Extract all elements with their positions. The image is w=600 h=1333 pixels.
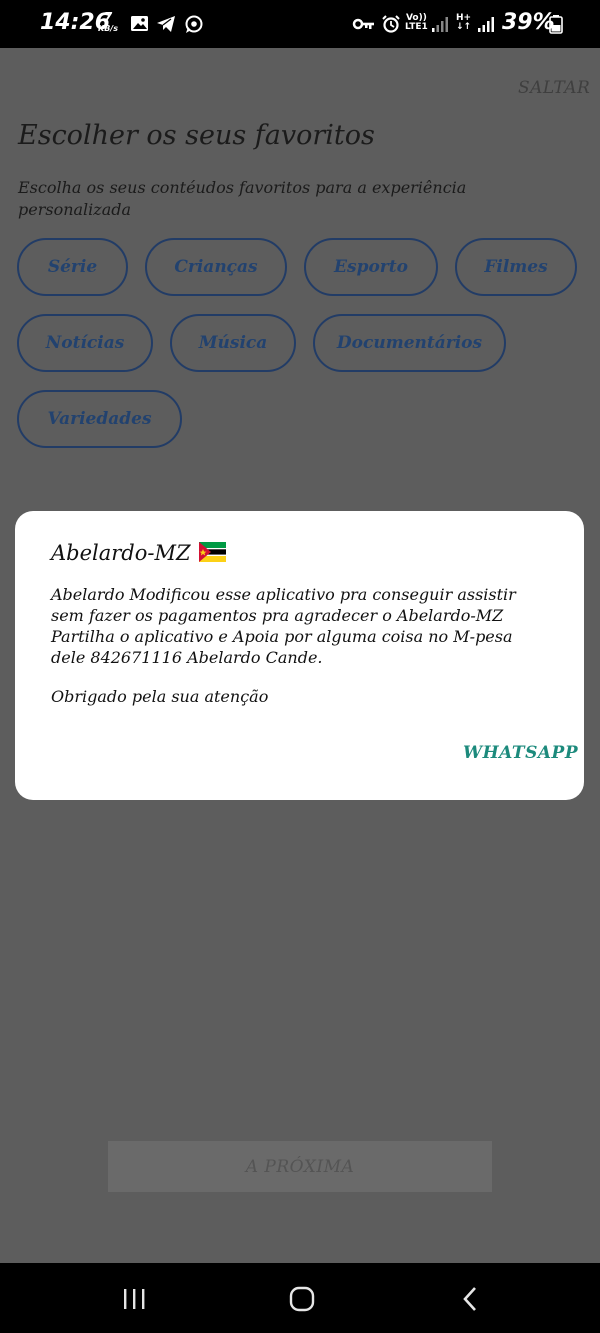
mozambique-flag-icon [199,542,227,562]
info-dialog: Abelardo-MZ Abelardo Modificou esse apli… [15,511,584,800]
category-chip-variedades[interactable]: Variedades [17,390,182,448]
vpn-key-icon [352,18,374,30]
alarm-icon [382,15,400,33]
network-speed: 7 KB/s [98,10,118,34]
chip-label: Esporto [334,257,408,277]
gallery-icon [131,16,148,31]
next-button[interactable]: A PRÓXIMA [108,1141,492,1192]
dialog-message: Abelardo Modificou esse aplicativo pra c… [51,585,516,667]
dialog-title: Abelardo-MZ [51,541,227,565]
battery-percent: 39% [502,10,555,35]
chip-label: Variedades [47,409,152,429]
chip-label: Filmes [484,257,548,277]
recents-icon[interactable] [114,1283,154,1315]
whatsapp-icon [185,15,203,33]
network-type-label: H+ [456,13,472,23]
page-title: Escolher os seus favoritos [18,120,375,151]
back-icon[interactable] [450,1283,490,1315]
page-subtitle: Escolha os seus contéudos favoritos para… [18,178,467,219]
category-chip-documentarios[interactable]: Documentários [313,314,506,372]
chip-label: Documentários [336,333,483,353]
category-chip-esporto[interactable]: Esporto [304,238,438,296]
category-chip-noticias[interactable]: Notícias [17,314,153,372]
status-bar: 14:26 7 KB/s Vo)) LTE1 H+ ↓↑ 39% [0,0,600,48]
network-speed-value: 7 [103,10,113,24]
network-type: H+ ↓↑ [456,13,472,32]
navigation-bar [0,1263,600,1333]
category-chip-criancas[interactable]: Crianças [145,238,287,296]
whatsapp-button[interactable]: WHATSAPP [463,743,578,763]
telegram-icon [157,16,175,32]
category-chip-musica[interactable]: Música [170,314,296,372]
chip-label: Notícias [45,333,125,353]
chip-label: Crianças [174,257,258,277]
category-chip-filmes[interactable]: Filmes [455,238,577,296]
category-chip-serie[interactable]: Série [17,238,128,296]
home-icon[interactable] [282,1283,322,1315]
signal-icon [478,17,494,32]
dialog-thanks: Obrigado pela sua atenção [51,687,269,706]
skip-button[interactable]: SALTAR [518,78,590,98]
signal-icon [432,17,448,32]
battery-icon [549,15,563,34]
dialog-title-text: Abelardo-MZ [51,541,191,565]
chip-label: Música [198,333,268,353]
chip-label: Série [47,257,98,277]
network-speed-unit: KB/s [98,24,118,33]
lte-label: LTE1 [405,22,428,32]
volte-indicator: Vo)) LTE1 [405,14,428,32]
